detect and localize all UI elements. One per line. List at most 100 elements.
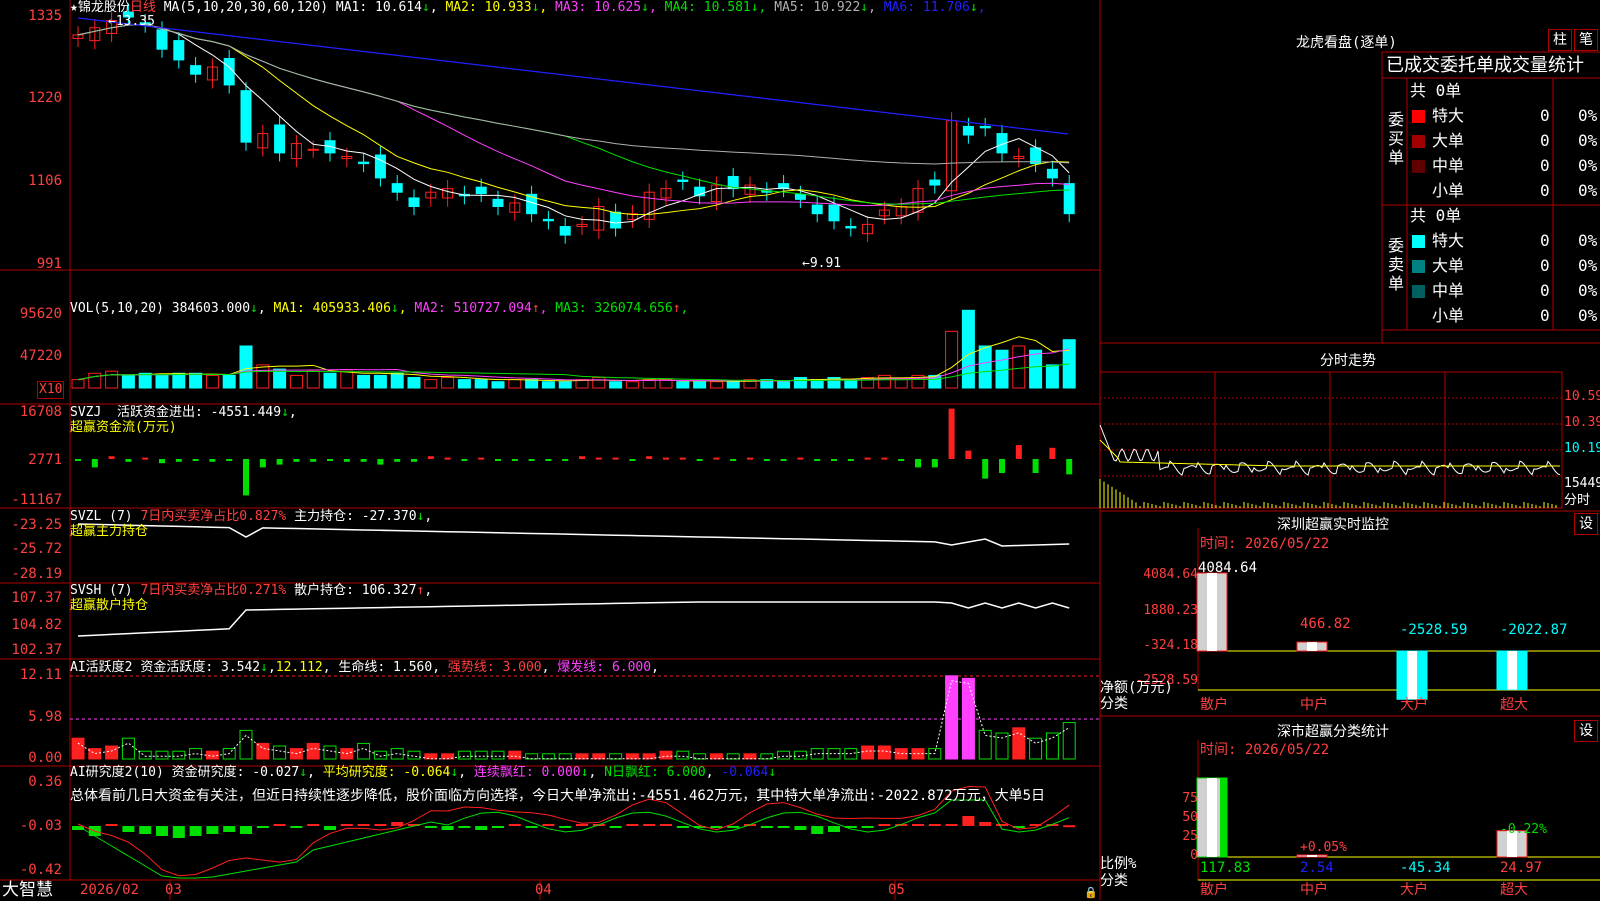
tick-mode-button[interactable]: 笔 bbox=[1574, 29, 1598, 51]
intraday-foot: 分时 bbox=[1564, 493, 1591, 508]
sz-monitor-title: 深圳超赢实时监控 bbox=[1277, 517, 1389, 533]
dragon-panel-title: 龙虎看盘(逐单) bbox=[1296, 35, 1397, 51]
research-bar bbox=[391, 822, 404, 826]
classify-category-label: 超大 bbox=[1500, 882, 1528, 898]
legend-swatch bbox=[1412, 135, 1425, 148]
svsh-y-label: 107.37 bbox=[11, 590, 62, 606]
ai-active-arrow1: ↓ bbox=[260, 660, 268, 675]
research-bar bbox=[727, 826, 740, 828]
lock-icon[interactable]: 🔒 bbox=[1084, 885, 1098, 901]
ai-research-label3: 连续飘红: bbox=[473, 765, 534, 780]
candle-down bbox=[223, 57, 235, 86]
svsh-subtitle: 超赢散户持仓 bbox=[70, 598, 149, 613]
sz-monitor-y-label: 4084.64 bbox=[1143, 567, 1198, 582]
svsh-y-label: 102.37 bbox=[11, 642, 62, 658]
sz-monitor-axis-note: 净额(万元) bbox=[1100, 680, 1173, 696]
period-label[interactable]: 日线 bbox=[130, 0, 156, 15]
fund-flow-bar bbox=[595, 457, 602, 460]
vol-ma-arrow: ↑ bbox=[531, 301, 540, 316]
activity-bar bbox=[357, 742, 371, 760]
favorite-star-icon[interactable]: ★ bbox=[70, 0, 78, 15]
sz-monitor-y-label: -324.18 bbox=[1143, 638, 1198, 653]
candle-down bbox=[190, 65, 202, 75]
research-bar bbox=[206, 826, 219, 834]
classify-value-label: 2.54 bbox=[1300, 860, 1334, 876]
bar-mode-button[interactable]: 柱 bbox=[1548, 29, 1572, 51]
activity-bar bbox=[71, 737, 85, 760]
order-size-label: 小单 bbox=[1432, 306, 1465, 325]
research-bar bbox=[307, 824, 320, 826]
svsh-arrow: ↑ bbox=[416, 583, 425, 598]
research-bar bbox=[962, 816, 975, 826]
volume-bar bbox=[71, 379, 85, 389]
fund-flow-bar bbox=[310, 459, 317, 462]
volume-bar bbox=[945, 330, 959, 389]
candle-down bbox=[240, 90, 252, 143]
sz-monitor-settings-button[interactable]: 设 bbox=[1574, 513, 1598, 535]
vol-ma-sep: , bbox=[398, 301, 407, 316]
svzl-title: SVZL (7) bbox=[70, 509, 133, 524]
activity-bar bbox=[306, 742, 320, 760]
ai-research-value3: 0.000 bbox=[541, 765, 581, 780]
ai-active-label3: 生命线: bbox=[338, 660, 386, 675]
research-bar bbox=[189, 826, 202, 836]
fund-flow-bar bbox=[1032, 459, 1039, 473]
sz-classify-settings-button[interactable]: 设 bbox=[1574, 720, 1598, 742]
fund-flow-bar bbox=[898, 459, 905, 461]
activity-bar bbox=[659, 750, 673, 760]
ai-active-value2: 12.112 bbox=[275, 660, 323, 675]
volume-bar bbox=[273, 368, 287, 389]
research-bar bbox=[492, 826, 504, 828]
volume-bar bbox=[239, 345, 253, 389]
svzj-value: -4551.449 bbox=[210, 405, 282, 420]
vol-ma-sep: , bbox=[680, 301, 689, 316]
research-bar bbox=[811, 826, 824, 834]
buy-total: 共 0单 bbox=[1410, 81, 1462, 100]
stock-name[interactable]: 锦龙股份 bbox=[78, 0, 130, 15]
main-holding-line bbox=[77, 523, 1070, 547]
legend-swatch bbox=[1412, 260, 1425, 273]
vol-unit-badge[interactable]: X10 bbox=[37, 381, 65, 399]
volume-bar bbox=[693, 381, 707, 389]
activity-bar bbox=[138, 750, 152, 760]
order-size-label: 大单 bbox=[1432, 131, 1465, 150]
activity-bar bbox=[877, 745, 891, 760]
volume-bar bbox=[592, 377, 606, 389]
order-pct: 0% bbox=[1578, 256, 1598, 275]
candle-up bbox=[307, 148, 319, 151]
activity-bar bbox=[726, 753, 740, 760]
ai-active-value4: 3.000 bbox=[502, 660, 542, 675]
volume-bar bbox=[793, 377, 807, 389]
volume-bar bbox=[726, 381, 740, 389]
fund-flow-bar bbox=[394, 459, 401, 462]
ai-research-value4: 6.000 bbox=[666, 765, 706, 780]
activity-bar bbox=[861, 745, 875, 760]
fund-flow-bar bbox=[847, 459, 854, 461]
fund-flow-bar bbox=[461, 459, 468, 461]
fund-flow-bar bbox=[478, 457, 485, 460]
intraday-y-label: 10.19 bbox=[1564, 441, 1600, 456]
fund-flow-bar bbox=[696, 459, 703, 461]
volume-bar bbox=[340, 370, 354, 389]
research-bar bbox=[626, 824, 639, 826]
research-bar bbox=[223, 826, 236, 832]
volume-bar bbox=[424, 379, 438, 389]
candle-down bbox=[828, 204, 840, 222]
candlestick-chart bbox=[72, 3, 1075, 244]
order-pct: 0% bbox=[1578, 231, 1598, 250]
vol-value: 384603.000 bbox=[171, 301, 251, 316]
candle-down bbox=[845, 226, 857, 229]
fund-flow-bar bbox=[209, 459, 216, 462]
volume-bar bbox=[558, 381, 572, 389]
activity-bar bbox=[1062, 722, 1076, 760]
price-y-label: 1220 bbox=[28, 90, 62, 106]
ai-research-arrow3: ↓ bbox=[580, 765, 589, 780]
fund-flow-bar bbox=[377, 459, 384, 465]
svzl-subtitle: 超赢主力持仓 bbox=[70, 524, 149, 539]
fund-flow-bar bbox=[360, 459, 367, 462]
research-bar bbox=[525, 826, 538, 828]
research-line-green bbox=[77, 799, 1070, 879]
sz-classify-y-label: 0 bbox=[1190, 848, 1198, 863]
ai-active-value3: 1.560 bbox=[393, 660, 433, 675]
research-bar bbox=[760, 826, 773, 828]
